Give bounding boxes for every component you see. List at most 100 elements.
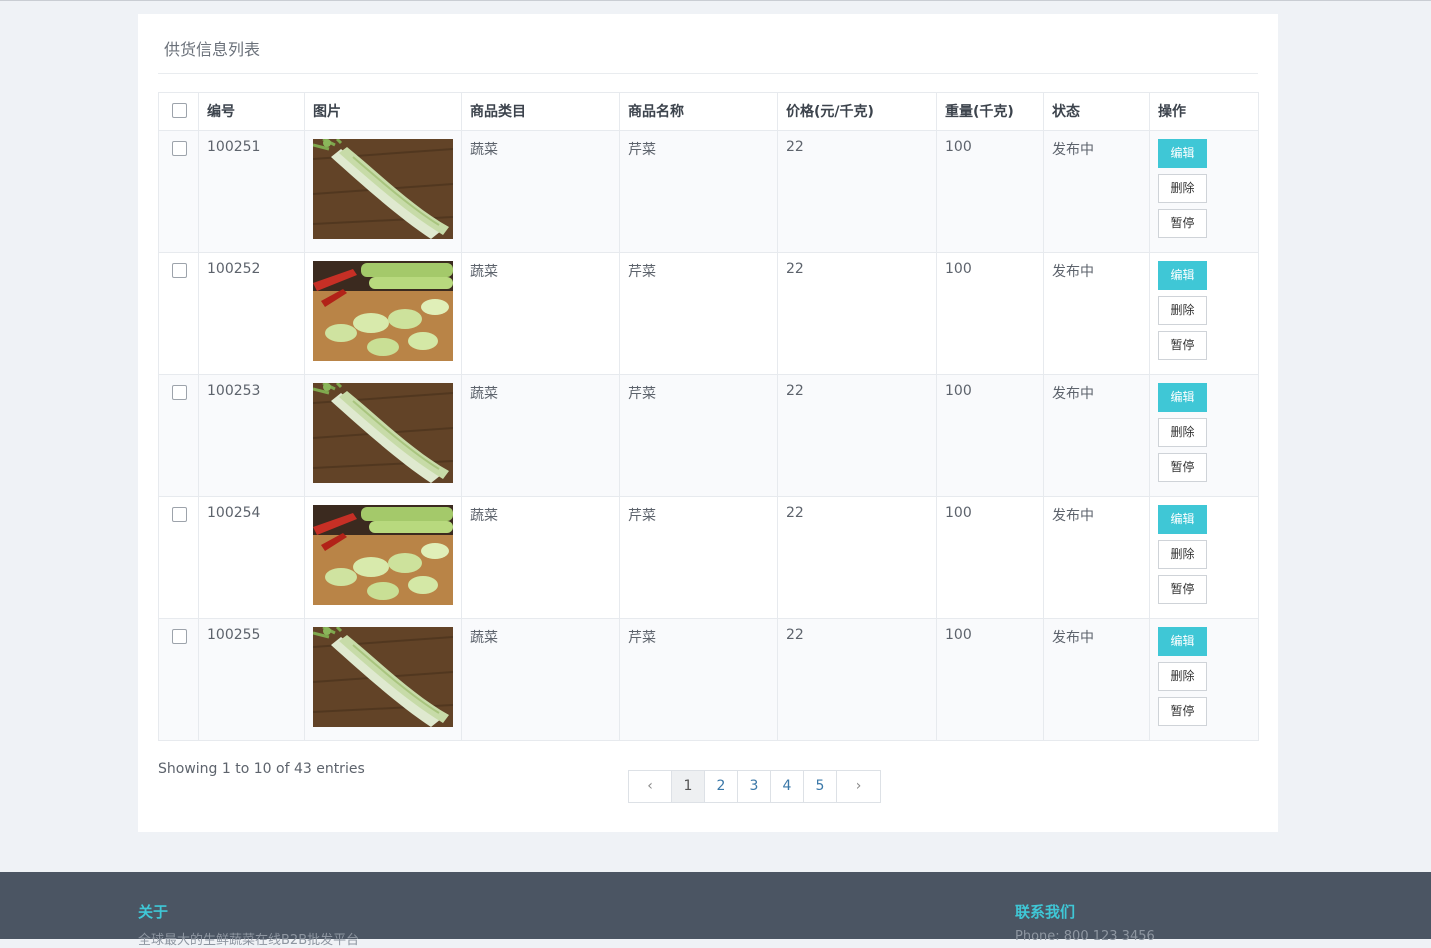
edit-button[interactable]: 编辑: [1158, 261, 1207, 290]
pagination-info: Showing 1 to 10 of 43 entries: [158, 761, 365, 777]
delete-button[interactable]: 删除: [1158, 174, 1207, 203]
cell-name: 芹菜: [619, 496, 778, 619]
table-header-row: 编号 图片 商品类目 商品名称 价格(元/千克) 重量(千克) 状态 操作: [158, 92, 1259, 131]
delete-button[interactable]: 删除: [1158, 296, 1207, 325]
header-status[interactable]: 状态: [1043, 92, 1150, 131]
edit-button[interactable]: 编辑: [1158, 383, 1207, 412]
row-checkbox[interactable]: [172, 141, 187, 156]
header-id[interactable]: 编号: [198, 92, 305, 131]
cell-price: 22: [777, 130, 937, 253]
cell-weight: 100: [936, 374, 1044, 497]
product-image: [313, 627, 453, 727]
table-row: 100255 蔬菜 芹菜 22 100 发布中 编辑删除暂停: [158, 618, 1259, 741]
cell-name: 芹菜: [619, 374, 778, 497]
pagination: ‹ 1 2 3 4 5 ›: [628, 770, 881, 803]
cell-category: 蔬菜: [461, 252, 620, 375]
prev-page-button[interactable]: ‹: [629, 771, 672, 802]
page-button-4[interactable]: 4: [771, 771, 804, 802]
row-select-cell: [158, 252, 199, 375]
cell-price: 22: [777, 496, 937, 619]
footer-contact-title: 联系我们: [1015, 903, 1076, 921]
row-select-cell: [158, 496, 199, 619]
table-row: 100254 蔬菜 芹菜 22 100 发布中 编辑删除暂停: [158, 496, 1259, 619]
table-row: 100252 蔬菜 芹菜 22 100 发布中 编辑删除暂停: [158, 252, 1259, 375]
table-row: 100253 蔬菜 芹菜 22 100 发布中 编辑删除暂停: [158, 374, 1259, 497]
pause-button[interactable]: 暂停: [1158, 697, 1207, 726]
delete-button[interactable]: 删除: [1158, 662, 1207, 691]
cell-id: 100253: [198, 374, 305, 497]
pause-button[interactable]: 暂停: [1158, 209, 1207, 238]
header-price[interactable]: 价格(元/千克): [777, 92, 937, 131]
cell-name: 芹菜: [619, 252, 778, 375]
next-page-button[interactable]: ›: [837, 771, 880, 802]
row-checkbox[interactable]: [172, 263, 187, 278]
select-all-checkbox[interactable]: [172, 103, 187, 118]
footer-about-title: 关于: [138, 903, 169, 921]
cell-category: 蔬菜: [461, 374, 620, 497]
cell-weight: 100: [936, 496, 1044, 619]
row-select-cell: [158, 130, 199, 253]
cell-image: [304, 130, 462, 253]
cell-id: 100252: [198, 252, 305, 375]
cell-status: 发布中: [1043, 496, 1150, 619]
row-checkbox[interactable]: [172, 507, 187, 522]
delete-button[interactable]: 删除: [1158, 418, 1207, 447]
product-image: [313, 383, 453, 483]
product-image: [313, 505, 453, 605]
cell-price: 22: [777, 618, 937, 741]
top-border: [0, 0, 1431, 1]
header-name[interactable]: 商品名称: [619, 92, 778, 131]
cell-image: [304, 252, 462, 375]
cell-price: 22: [777, 374, 937, 497]
footer-contact-text: Phone: 800 123 3456: [1015, 929, 1155, 944]
row-select-cell: [158, 374, 199, 497]
divider: [158, 73, 1258, 74]
pause-button[interactable]: 暂停: [1158, 453, 1207, 482]
cell-image: [304, 496, 462, 619]
cell-image: [304, 374, 462, 497]
cell-id: 100255: [198, 618, 305, 741]
header-actions: 操作: [1149, 92, 1259, 131]
page-button-2[interactable]: 2: [705, 771, 738, 802]
page-button-1[interactable]: 1: [672, 771, 705, 802]
supply-table: 编号 图片 商品类目 商品名称 价格(元/千克) 重量(千克) 状态 操作 10…: [158, 92, 1259, 741]
cell-category: 蔬菜: [461, 496, 620, 619]
product-image: [313, 261, 453, 361]
cell-price: 22: [777, 252, 937, 375]
edit-button[interactable]: 编辑: [1158, 139, 1207, 168]
cell-weight: 100: [936, 618, 1044, 741]
pause-button[interactable]: 暂停: [1158, 575, 1207, 604]
select-all-cell: [158, 92, 199, 131]
cell-actions: 编辑 删除 暂停: [1149, 130, 1259, 253]
header-image[interactable]: 图片: [304, 92, 462, 131]
cell-actions: 编辑 删除 暂停: [1149, 252, 1259, 375]
page-button-3[interactable]: 3: [738, 771, 771, 802]
cell-status: 发布中: [1043, 252, 1150, 375]
cell-weight: 100: [936, 130, 1044, 253]
cell-id: 100254: [198, 496, 305, 619]
edit-button[interactable]: 编辑: [1158, 627, 1207, 656]
cell-status: 发布中: [1043, 374, 1150, 497]
panel-title: 供货信息列表: [164, 40, 261, 59]
cell-actions: 编辑 删除 暂停: [1149, 618, 1259, 741]
row-checkbox[interactable]: [172, 385, 187, 400]
delete-button[interactable]: 删除: [1158, 540, 1207, 569]
cell-status: 发布中: [1043, 130, 1150, 253]
product-image: [313, 139, 453, 239]
edit-button[interactable]: 编辑: [1158, 505, 1207, 534]
cell-image: [304, 618, 462, 741]
cell-name: 芹菜: [619, 130, 778, 253]
page-button-5[interactable]: 5: [804, 771, 837, 802]
table-row: 100251 蔬菜 芹菜 22 100 发布中 编辑 删除 暂停: [158, 130, 1259, 253]
header-category[interactable]: 商品类目: [461, 92, 620, 131]
cell-weight: 100: [936, 252, 1044, 375]
header-weight[interactable]: 重量(千克): [936, 92, 1044, 131]
cell-actions: 编辑 删除 暂停: [1149, 374, 1259, 497]
cell-name: 芹菜: [619, 618, 778, 741]
cell-status: 发布中: [1043, 618, 1150, 741]
row-checkbox[interactable]: [172, 629, 187, 644]
cell-category: 蔬菜: [461, 618, 620, 741]
footer: 关于 全球最大的生鲜蔬菜在线B2B批发平台 联系我们 Phone: 800 12…: [0, 872, 1431, 948]
cell-actions: 编辑 删除 暂停: [1149, 496, 1259, 619]
pause-button[interactable]: 暂停: [1158, 331, 1207, 360]
